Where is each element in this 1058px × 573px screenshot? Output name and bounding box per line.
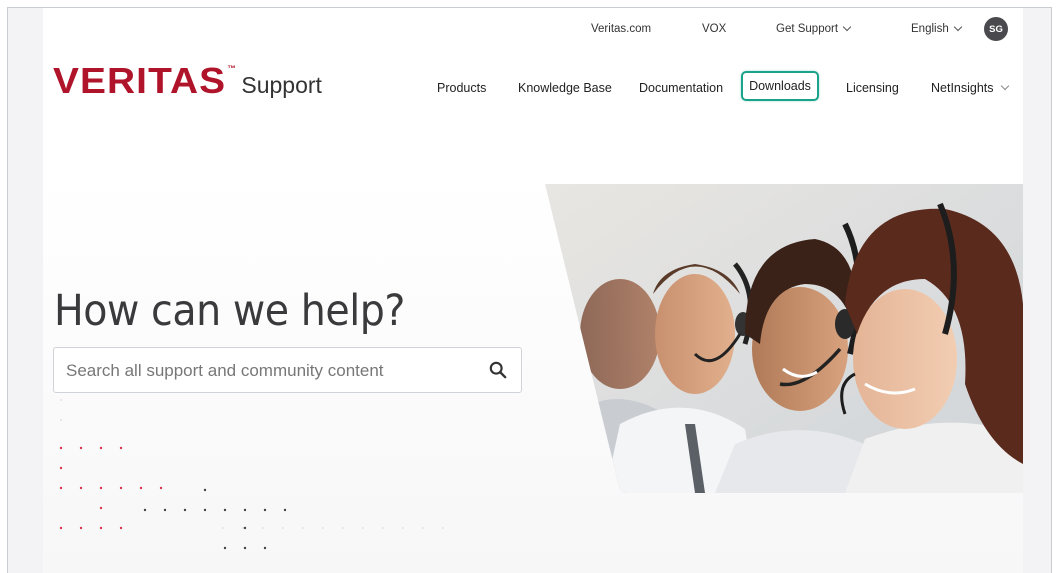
brand-logo-link[interactable]: VERITAS ™ Support xyxy=(53,60,322,102)
nav-licensing[interactable]: Licensing xyxy=(846,81,899,95)
search-icon[interactable] xyxy=(489,361,507,379)
avatar-initials: SG xyxy=(989,23,1003,35)
nav-netinsights-label: NetInsights xyxy=(931,81,994,95)
language-dropdown[interactable]: English xyxy=(911,22,962,35)
get-support-dropdown[interactable]: Get Support xyxy=(776,22,852,35)
nav-downloads-label: Downloads xyxy=(749,79,811,93)
nav-netinsights[interactable]: NetInsights xyxy=(931,81,1009,95)
nav-licensing-label: Licensing xyxy=(846,81,899,95)
language-label: English xyxy=(911,23,949,35)
support-page: Veritas.com VOX Get Support English SG V… xyxy=(43,8,1023,573)
browser-frame: Veritas.com VOX Get Support English SG V… xyxy=(7,7,1052,573)
nav-products-label: Products xyxy=(437,81,487,95)
chevron-down-icon xyxy=(953,22,962,32)
user-avatar[interactable]: SG xyxy=(984,17,1008,41)
nav-knowledge-base-label: Knowledge Base xyxy=(518,81,612,95)
hero-support-agents-image xyxy=(545,184,1023,493)
utility-bar: Veritas.com VOX Get Support English SG xyxy=(43,8,1023,48)
veritas-com-label: Veritas.com xyxy=(591,23,652,35)
nav-documentation-label: Documentation xyxy=(639,81,724,95)
get-support-label: Get Support xyxy=(776,23,839,35)
nav-downloads[interactable]: Downloads xyxy=(741,71,819,101)
vox-link[interactable]: VOX xyxy=(702,23,726,35)
nav-knowledge-base[interactable]: Knowledge Base xyxy=(518,81,612,95)
nav-documentation[interactable]: Documentation xyxy=(639,81,723,95)
vox-label: VOX xyxy=(702,23,727,35)
nav-products[interactable]: Products xyxy=(437,81,486,95)
search-box xyxy=(53,347,522,394)
logo-text: VERITAS xyxy=(53,60,227,101)
decorative-dot-pattern xyxy=(59,399,444,550)
chevron-down-icon xyxy=(842,22,852,32)
chevron-down-icon xyxy=(1000,81,1009,91)
brand-subtitle: Support xyxy=(241,72,322,98)
veritas-com-link[interactable]: Veritas.com xyxy=(591,23,651,35)
hero-title: How can we help? xyxy=(54,286,405,336)
trademark-mark: ™ xyxy=(227,64,237,73)
veritas-logo: VERITAS ™ xyxy=(53,60,236,102)
